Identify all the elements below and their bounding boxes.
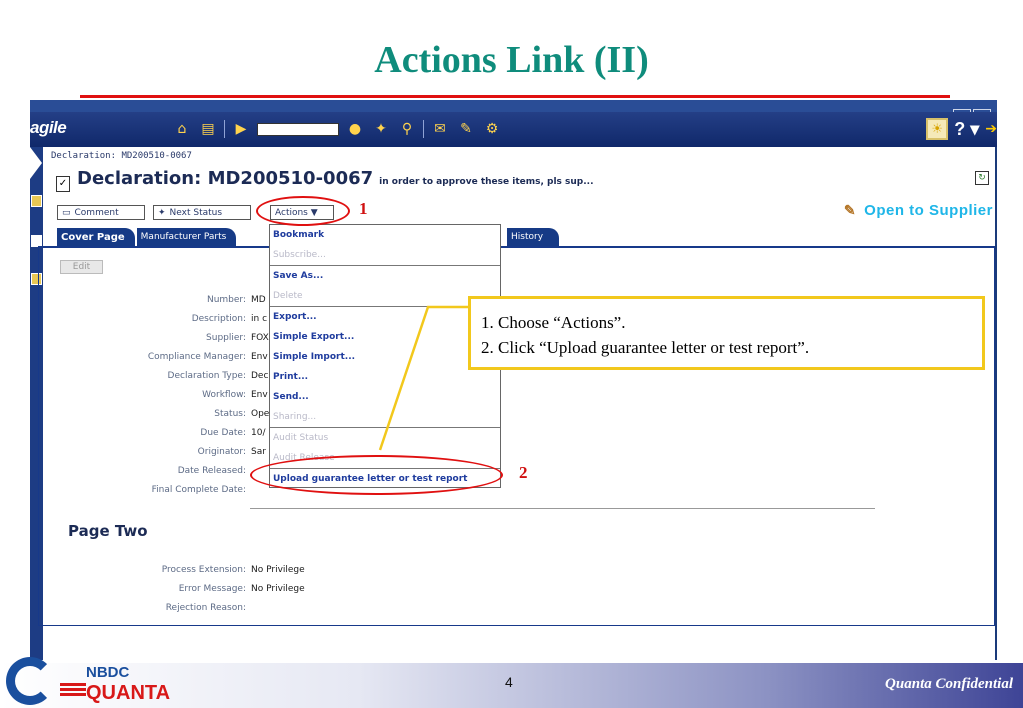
logo-quanta-text: QUANTA [86,682,171,704]
logo-nbdc-text: NBDC [86,664,130,681]
callout-step-1: 1. Choose “Actions”. [481,313,626,332]
quanta-logo-bars [60,683,86,697]
instruction-callout: 1. Choose “Actions”. 2. Click “Upload gu… [468,296,985,370]
callout-step-2: 2. Click “Upload guarantee letter or tes… [481,338,810,357]
page-number: 4 [505,674,513,690]
confidential-label: Quanta Confidential [885,676,1013,692]
quanta-logo-icon [6,657,54,705]
